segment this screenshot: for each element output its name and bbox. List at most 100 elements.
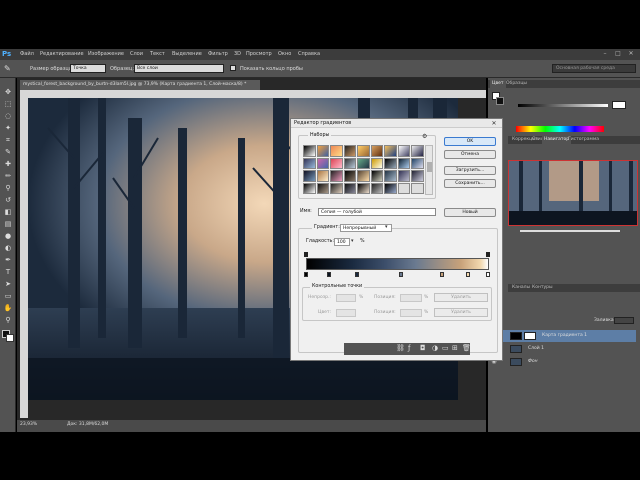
- tab-paths[interactable]: Контуры: [530, 284, 555, 292]
- layer-name[interactable]: Слой 1: [528, 343, 544, 355]
- tab-swatches[interactable]: Образцы: [504, 80, 529, 88]
- preset-swatch[interactable]: [370, 157, 383, 169]
- move-tool-icon[interactable]: ✥: [3, 88, 13, 96]
- healing-tool-icon[interactable]: ✚: [3, 160, 13, 168]
- marquee-tool-icon[interactable]: ⬚: [3, 100, 13, 108]
- layer-name[interactable]: Фон: [528, 356, 538, 368]
- smoothness-input[interactable]: 100: [334, 238, 350, 246]
- preset-swatch[interactable]: [397, 182, 410, 194]
- preset-swatch[interactable]: [357, 145, 370, 157]
- menu-help[interactable]: Справка: [298, 50, 320, 59]
- new-group-icon[interactable]: ▭: [442, 344, 449, 352]
- layer-style-icon[interactable]: ƒ: [408, 344, 410, 352]
- preset-swatch[interactable]: [330, 182, 343, 194]
- dodge-tool-icon[interactable]: ◐: [3, 244, 13, 252]
- color-stop[interactable]: [327, 272, 331, 277]
- layer-row[interactable]: ◉ Фон: [491, 356, 636, 368]
- cancel-button[interactable]: Отмена: [444, 150, 496, 159]
- crop-tool-icon[interactable]: ⌗: [3, 136, 13, 144]
- menu-select[interactable]: Выделение: [172, 50, 202, 59]
- preset-swatch[interactable]: [343, 170, 356, 182]
- menu-filter[interactable]: Фильтр: [208, 50, 228, 59]
- tab-channels[interactable]: Каналы: [510, 284, 532, 292]
- preset-swatch[interactable]: [384, 182, 397, 194]
- smoothness-dropdown-icon[interactable]: ▾: [351, 238, 354, 244]
- minimize-icon[interactable]: –: [600, 50, 610, 58]
- maximize-icon[interactable]: □: [613, 50, 623, 58]
- clone-tool-icon[interactable]: ⚲: [3, 184, 13, 192]
- load-button[interactable]: Загрузить...: [444, 166, 496, 175]
- menu-layers[interactable]: Слои: [130, 50, 143, 59]
- brush-tool-icon[interactable]: ✏: [3, 172, 13, 180]
- preset-swatch[interactable]: [343, 145, 356, 157]
- color-stop[interactable]: [355, 272, 359, 277]
- gradient-tool-icon[interactable]: ▤: [3, 220, 13, 228]
- preset-swatch[interactable]: [397, 170, 410, 182]
- lasso-tool-icon[interactable]: ◌: [3, 112, 13, 120]
- gradient-name-input[interactable]: Сепия — голубой: [318, 208, 436, 216]
- preset-swatch[interactable]: [370, 170, 383, 182]
- presets-gear-icon[interactable]: ⚙: [422, 133, 427, 140]
- delete-layer-icon[interactable]: 🗑: [462, 344, 471, 352]
- delete-color-stop-button[interactable]: Удалить: [434, 308, 488, 317]
- color-slider[interactable]: [518, 104, 608, 107]
- document-tab[interactable]: mystical_forest_background_by_burtn-d3la…: [20, 80, 260, 90]
- eyedropper-tool-icon[interactable]: ✎: [3, 148, 13, 156]
- blur-tool-icon[interactable]: ●: [3, 232, 13, 240]
- color-position-field[interactable]: [400, 309, 422, 317]
- color-stop[interactable]: [399, 272, 403, 277]
- preset-swatch[interactable]: [411, 170, 424, 182]
- background-color-swatch[interactable]: [6, 334, 14, 342]
- color-value-field[interactable]: [612, 101, 626, 109]
- menu-window[interactable]: Окно: [278, 50, 291, 59]
- preset-swatch[interactable]: [316, 182, 329, 194]
- gradient-preview-bar[interactable]: [306, 258, 489, 270]
- preset-swatch[interactable]: [303, 182, 316, 194]
- preset-swatch[interactable]: [357, 182, 370, 194]
- preset-swatch[interactable]: [316, 145, 329, 157]
- menu-view[interactable]: Просмотр: [246, 50, 272, 59]
- quick-select-tool-icon[interactable]: ✦: [3, 124, 13, 132]
- workspace-select[interactable]: Основная рабочая среда: [552, 64, 636, 73]
- path-select-icon[interactable]: ➤: [3, 280, 13, 288]
- preset-swatch[interactable]: [384, 157, 397, 169]
- preset-swatch[interactable]: [384, 170, 397, 182]
- color-stop[interactable]: [304, 272, 308, 277]
- color-spectrum[interactable]: [516, 126, 604, 132]
- layer-row[interactable]: ◉ Карта градиента 1: [491, 330, 636, 342]
- history-brush-icon[interactable]: ↺: [3, 196, 13, 204]
- link-layers-icon[interactable]: ⛓: [396, 344, 405, 352]
- opacity-position-field[interactable]: [400, 294, 422, 302]
- preset-swatch[interactable]: [411, 182, 424, 194]
- preset-swatch[interactable]: [397, 145, 410, 157]
- new-layer-icon[interactable]: ⊞: [452, 344, 458, 352]
- hand-tool-icon[interactable]: ✋: [3, 304, 13, 312]
- preset-swatch[interactable]: [303, 157, 316, 169]
- layer-row[interactable]: ◉ Слой 1: [491, 343, 636, 355]
- navigator-preview[interactable]: [508, 160, 638, 226]
- preset-swatch[interactable]: [411, 157, 424, 169]
- menu-file[interactable]: Файл: [20, 50, 34, 59]
- presets-scroll-thumb[interactable]: [427, 162, 432, 172]
- ok-button[interactable]: OK: [444, 137, 496, 146]
- zoom-tool-icon[interactable]: ⚲: [3, 316, 13, 324]
- navigator-zoom-slider[interactable]: [520, 230, 620, 232]
- menu-type[interactable]: Текст: [150, 50, 165, 59]
- opacity-stop[interactable]: [304, 252, 308, 257]
- preset-swatch[interactable]: [357, 170, 370, 182]
- fill-field[interactable]: [614, 317, 634, 324]
- tab-histogram[interactable]: Гистограмма: [566, 136, 601, 144]
- new-gradient-button[interactable]: Новый: [444, 208, 496, 217]
- type-tool-icon[interactable]: T: [3, 268, 13, 276]
- preset-swatch[interactable]: [370, 182, 383, 194]
- save-button[interactable]: Сохранить...: [444, 179, 496, 188]
- preset-swatch[interactable]: [303, 145, 316, 157]
- preset-swatch[interactable]: [343, 157, 356, 169]
- shape-tool-icon[interactable]: ▭: [3, 292, 13, 300]
- preset-swatch[interactable]: [370, 145, 383, 157]
- color-stop[interactable]: [466, 272, 470, 277]
- show-ring-checkbox[interactable]: [230, 65, 236, 71]
- opacity-field[interactable]: [336, 294, 356, 302]
- dialog-close-icon[interactable]: ✕: [489, 119, 499, 128]
- add-mask-icon[interactable]: ◘: [420, 344, 426, 352]
